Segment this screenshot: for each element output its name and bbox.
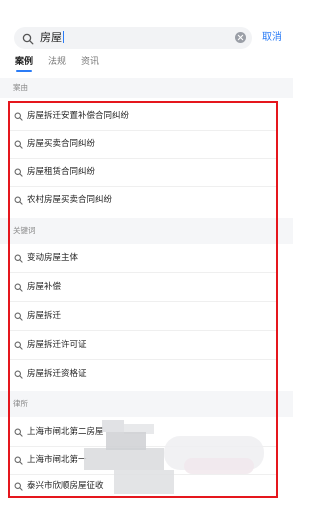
list-item-label: 农村房屋买卖合同纠纷 bbox=[27, 195, 113, 205]
list-item-label: 房屋买卖合同纠纷 bbox=[27, 139, 96, 149]
search-input[interactable]: 房屋 bbox=[14, 27, 252, 49]
section-header-cause: 案由 bbox=[0, 78, 293, 98]
search-icon bbox=[14, 370, 23, 379]
list-item[interactable]: 房屋租赁合同纠纷 bbox=[10, 159, 278, 187]
search-icon bbox=[14, 254, 23, 263]
search-icon bbox=[14, 428, 23, 437]
search-icon bbox=[14, 168, 23, 177]
cancel-button[interactable]: 取消 bbox=[262, 30, 282, 46]
list-item-label: 房屋拆迁 bbox=[27, 311, 62, 321]
list-item-label: 房屋拆迁安置补偿合同纠纷 bbox=[27, 111, 130, 121]
search-query: 房屋 bbox=[40, 31, 64, 44]
search-icon bbox=[14, 341, 23, 350]
search-icon bbox=[14, 283, 23, 292]
list-item[interactable]: 房屋拆迁 bbox=[10, 303, 278, 331]
list-item[interactable]: 房屋拆迁资格证 bbox=[10, 361, 278, 389]
section-header-keywords: 关键词 bbox=[0, 218, 293, 244]
list-item-label: 变动房屋主体 bbox=[27, 253, 79, 263]
search-icon bbox=[14, 112, 23, 121]
tab-cases[interactable]: 案例 bbox=[15, 56, 33, 69]
list-item[interactable]: 房屋拆迁许可证 bbox=[10, 332, 278, 360]
search-icon bbox=[14, 482, 23, 491]
list-item-label: 房屋租赁合同纠纷 bbox=[27, 167, 96, 177]
search-icon bbox=[14, 140, 23, 149]
list-item[interactable]: 房屋拆迁安置补偿合同纠纷 bbox=[10, 103, 278, 131]
list-item-label: 上海市闸北第一 bbox=[27, 455, 87, 465]
list-item[interactable]: 房屋买卖合同纠纷 bbox=[10, 131, 278, 159]
list-item[interactable]: 农村房屋买卖合同纠纷 bbox=[10, 187, 278, 215]
list-item-label: 房屋补偿 bbox=[27, 282, 62, 292]
search-icon bbox=[14, 312, 23, 321]
redaction-blur bbox=[84, 418, 272, 500]
tab-news[interactable]: 资讯 bbox=[81, 56, 99, 69]
text-caret bbox=[63, 31, 64, 43]
list-item-label: 房屋拆迁许可证 bbox=[27, 340, 87, 350]
clear-icon[interactable] bbox=[235, 32, 246, 43]
list-item[interactable]: 房屋补偿 bbox=[10, 274, 278, 302]
search-bar: 房屋 取消 bbox=[0, 0, 293, 50]
search-icon bbox=[22, 33, 34, 45]
list-item-label: 房屋拆迁资格证 bbox=[27, 369, 87, 379]
tab-regulations[interactable]: 法规 bbox=[48, 56, 66, 69]
active-tab-indicator bbox=[16, 70, 32, 72]
list-item[interactable]: 变动房屋主体 bbox=[10, 245, 278, 273]
search-icon bbox=[14, 196, 23, 205]
search-icon bbox=[14, 456, 23, 465]
tab-bar: 案例 法规 资讯 bbox=[0, 54, 293, 74]
section-header-law-firms: 律所 bbox=[0, 391, 293, 417]
